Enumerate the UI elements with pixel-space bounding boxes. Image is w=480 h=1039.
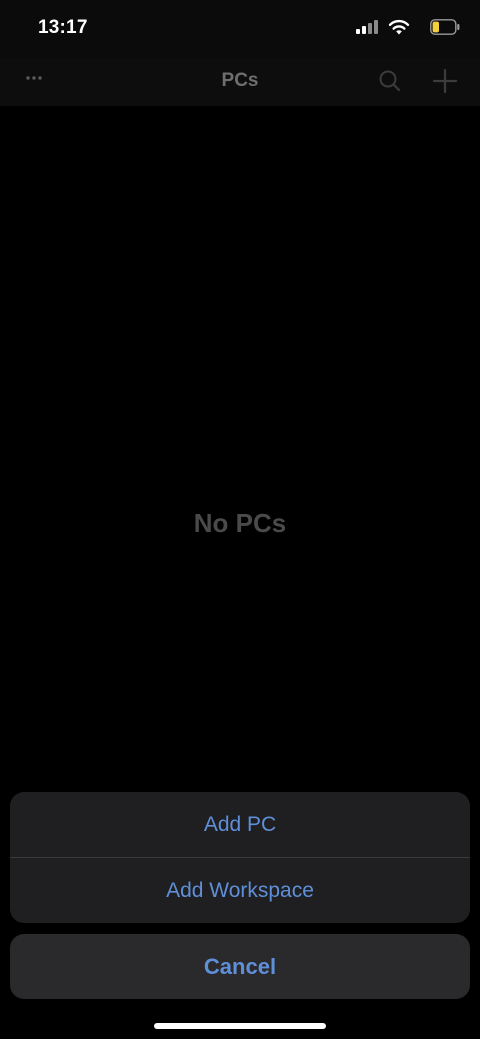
home-indicator[interactable] (154, 1023, 326, 1029)
search-icon[interactable] (378, 69, 402, 93)
signal-icon (356, 20, 378, 34)
cancel-button[interactable]: Cancel (10, 934, 470, 999)
status-time: 13:17 (38, 17, 88, 38)
action-sheet: Add PC Add Workspace (10, 792, 470, 923)
status-bar: 13:17 (0, 0, 480, 58)
add-workspace-button[interactable]: Add Workspace (10, 858, 470, 923)
nav-bar: PCs (0, 58, 480, 106)
wifi-icon (388, 19, 410, 35)
battery-icon (430, 19, 460, 35)
page-title: PCs (221, 70, 259, 91)
empty-state-label: No PCs (193, 508, 287, 538)
add-pc-button[interactable]: Add PC (10, 792, 470, 857)
status-icons (350, 18, 460, 38)
add-icon[interactable] (432, 68, 458, 94)
